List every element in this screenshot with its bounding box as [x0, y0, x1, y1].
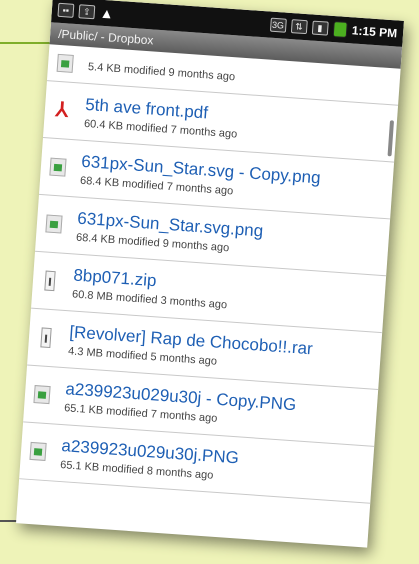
file-list: 5.4 KB modified 9 months ago ⅄ 5th ave f… [19, 44, 401, 504]
warning-icon: ▲ [99, 4, 115, 22]
phone-screen: ▪▪ ⇪ ▲ 3G ⇅ ▮ 1:15 PM /Public/ - Dropbox… [16, 0, 404, 548]
image-file-icon [26, 440, 49, 463]
pdf-file-icon: ⅄ [55, 98, 69, 122]
image-file-icon [53, 52, 76, 75]
file-meta: 5.4 KB modified 9 months ago [87, 60, 236, 83]
sync-icon: ⇅ [290, 19, 308, 35]
image-file-icon [46, 155, 69, 178]
3g-icon: 3G [269, 17, 287, 33]
sd-card-icon: ▪▪ [57, 2, 75, 18]
zip-file-icon [34, 326, 57, 349]
image-file-icon [30, 383, 53, 406]
signal-icon: ▮ [311, 20, 329, 36]
image-file-icon [42, 212, 65, 235]
zip-file-icon [38, 269, 61, 292]
folder-path: /Public/ - Dropbox [57, 26, 154, 48]
usb-icon: ⇪ [78, 4, 96, 20]
battery-icon [332, 21, 348, 38]
status-time: 1:15 PM [351, 23, 398, 41]
